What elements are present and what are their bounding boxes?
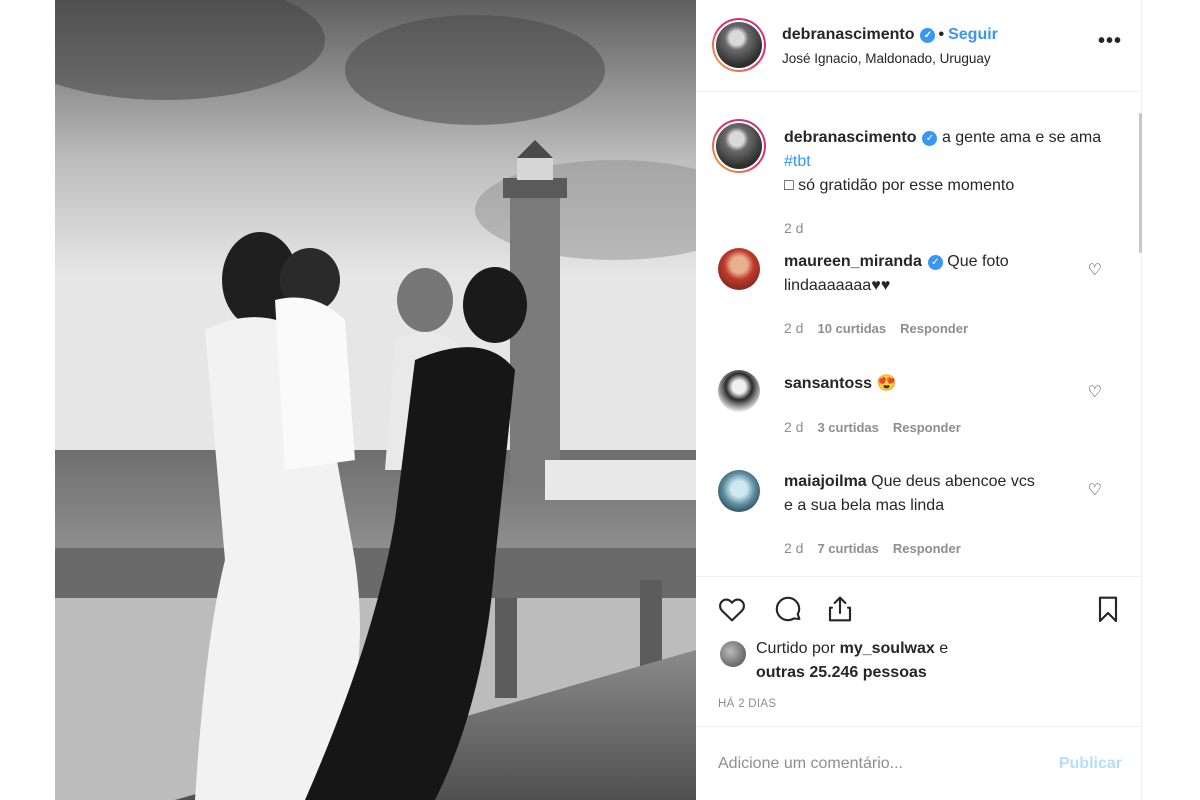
- post-time-ago[interactable]: HÁ 2 DIAS: [718, 698, 776, 710]
- comment-username[interactable]: sansantoss: [784, 375, 872, 392]
- photo-illustration: [55, 0, 696, 800]
- comment-meta: 2 d 10 curtidas Responder: [784, 320, 968, 336]
- likes-summary: Curtido por my_soulwax e outras 25.246 p…: [756, 637, 948, 685]
- comments-list[interactable]: debranascimento ✓ a gente ama e se ama #t…: [696, 93, 1142, 575]
- likes-others[interactable]: outras 25.246 pessoas: [756, 664, 927, 681]
- comments-scrollbar[interactable]: [1139, 113, 1142, 253]
- caption-time[interactable]: 2 d: [784, 220, 803, 236]
- caption-line1: a gente ama e se ama: [941, 129, 1102, 146]
- caption-hashtag[interactable]: #tbt: [784, 153, 811, 170]
- caption-line2: □ só gratidão por esse momento: [784, 177, 1015, 194]
- commenter-avatar[interactable]: [718, 470, 760, 512]
- author-avatar[interactable]: [712, 18, 766, 72]
- post-header: debranascimento ✓ • Seguir José Ignacio, Ma…: [696, 0, 1142, 92]
- comment-likes[interactable]: 3 curtidas: [817, 420, 878, 435]
- comment-likes[interactable]: 10 curtidas: [817, 321, 886, 336]
- verified-badge-icon: ✓: [922, 131, 938, 146]
- commenter-avatar[interactable]: [718, 370, 760, 412]
- commenter-avatar[interactable]: [718, 248, 760, 290]
- comment-time[interactable]: 2 d: [784, 320, 803, 336]
- post-location[interactable]: José Ignacio, Maldonado, Uruguay: [782, 51, 991, 66]
- post-side-panel: debranascimento ✓ • Seguir José Ignacio, Ma…: [696, 0, 1142, 800]
- caption-text: debranascimento ✓ a gente ama e se ama #t…: [784, 126, 1114, 198]
- comment-text: maureen_miranda ✓ Que foto lindaaaaaaa♥♥: [784, 250, 1084, 298]
- like-heart-icon[interactable]: [716, 593, 748, 625]
- comment-time[interactable]: 2 d: [784, 540, 803, 556]
- follow-button[interactable]: Seguir: [948, 26, 998, 43]
- post-photo[interactable]: [55, 0, 696, 800]
- comment-username[interactable]: maureen_miranda: [784, 253, 922, 270]
- reply-button[interactable]: Responder: [893, 541, 961, 556]
- likes-prefix: Curtido por: [756, 640, 836, 657]
- comment-input[interactable]: [718, 749, 1038, 779]
- more-options-icon[interactable]: •••: [1098, 30, 1122, 53]
- liker-avatar[interactable]: [720, 641, 746, 667]
- comment-meta: 2 d 7 curtidas Responder: [784, 540, 961, 556]
- share-icon[interactable]: [824, 593, 856, 625]
- like-comment-heart-icon[interactable]: ♡: [1088, 480, 1102, 500]
- comment-body: 😍: [876, 375, 897, 392]
- caption-author-avatar[interactable]: [712, 119, 766, 173]
- like-comment-heart-icon[interactable]: ♡: [1088, 382, 1102, 402]
- comment-username[interactable]: maiajoilma: [784, 473, 867, 490]
- separator-dot: •: [938, 26, 945, 43]
- comment-meta: 2 d 3 curtidas Responder: [784, 419, 961, 435]
- comment-text: maiajoilma Que deus abencoe vcs e a sua …: [784, 470, 1044, 518]
- author-line: debranascimento ✓ • Seguir: [782, 26, 998, 44]
- comment-text: sansantoss 😍: [784, 372, 1084, 396]
- like-comment-heart-icon[interactable]: ♡: [1088, 260, 1102, 280]
- comment-time[interactable]: 2 d: [784, 419, 803, 435]
- author-username[interactable]: debranascimento: [782, 26, 914, 43]
- verified-badge-icon: ✓: [927, 255, 943, 270]
- publish-button[interactable]: Publicar: [1059, 755, 1122, 773]
- likes-suffix: e: [939, 640, 949, 657]
- post-actions: Curtido por my_soulwax e outras 25.246 p…: [696, 576, 1142, 726]
- caption-username[interactable]: debranascimento: [784, 129, 916, 146]
- reply-button[interactable]: Responder: [900, 321, 968, 336]
- add-comment-bar: Publicar: [696, 726, 1142, 800]
- comment-bubble-icon[interactable]: [772, 593, 804, 625]
- bookmark-icon[interactable]: [1092, 593, 1124, 625]
- reply-button[interactable]: Responder: [893, 420, 961, 435]
- comment-likes[interactable]: 7 curtidas: [817, 541, 878, 556]
- liker-username[interactable]: my_soulwax: [840, 640, 935, 657]
- verified-badge-icon: ✓: [920, 28, 936, 43]
